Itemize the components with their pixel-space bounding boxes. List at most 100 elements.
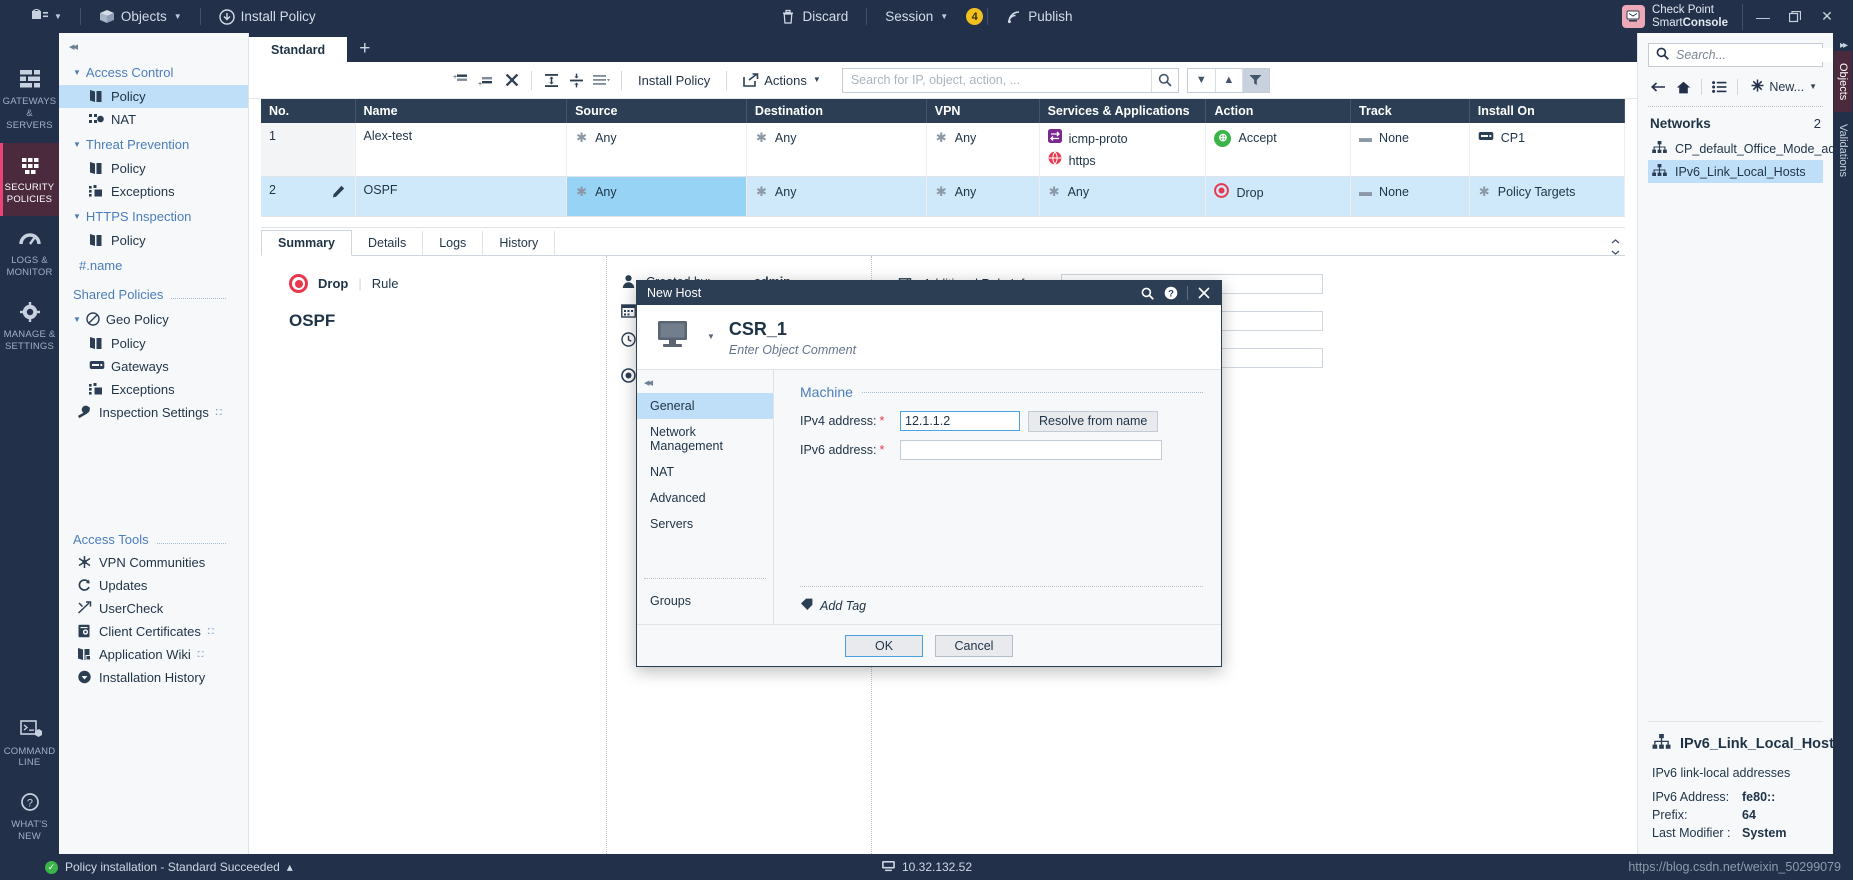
tree-group-threat-prevention[interactable]: ▼ Threat Prevention: [59, 131, 248, 157]
policy-installation-status[interactable]: Policy installation - Standard Succeeded: [65, 860, 280, 874]
cell-track[interactable]: ▬ None: [1350, 176, 1470, 217]
tree-collapse-button[interactable]: ◂◂: [59, 37, 248, 59]
policy-tab-standard[interactable]: Standard: [249, 37, 348, 62]
list-item[interactable]: IPv6_Link_Local_Hosts: [1648, 160, 1823, 183]
install-policy-toolbar-button[interactable]: Install Policy: [629, 69, 719, 92]
vtab-objects[interactable]: Objects: [1834, 51, 1852, 113]
tree-node-threat-prevention-policy[interactable]: Policy: [59, 157, 248, 180]
add-tag-button[interactable]: Add Tag: [800, 598, 866, 614]
dialog-nav-general[interactable]: General: [637, 392, 773, 419]
tree-node-application-wiki[interactable]: Application Wiki ⛶: [59, 643, 248, 666]
add-rule-below-button[interactable]: +: [474, 68, 499, 93]
session-count-badge[interactable]: 4: [966, 8, 984, 25]
objects-search-input[interactable]: [1676, 48, 1839, 62]
cell-vpn[interactable]: ✱ Any: [926, 176, 1040, 217]
rail-item-command-line[interactable]: COMMAND LINE: [0, 707, 59, 781]
column-header-destination[interactable]: Destination: [746, 99, 927, 123]
tab-details[interactable]: Details: [352, 231, 424, 255]
tree-node-client-certificates[interactable]: Client Certificates ⛶: [59, 620, 248, 643]
cell-vpn[interactable]: ✱ Any: [926, 123, 1040, 177]
object-name[interactable]: CSR_1: [729, 318, 856, 341]
dialog-help-button[interactable]: ?: [1160, 283, 1182, 303]
cell-destination[interactable]: ✱ Any: [746, 176, 927, 217]
new-object-button[interactable]: New... ▼: [1745, 77, 1823, 97]
cell-destination[interactable]: ✱ Any: [746, 123, 927, 177]
tree-node-shared-exceptions[interactable]: Exceptions: [59, 378, 248, 401]
tree-node-vpn-communities[interactable]: VPN Communities: [59, 551, 248, 574]
list-options-button[interactable]: [589, 68, 614, 93]
cell-action[interactable]: ⊕ Accept: [1205, 123, 1352, 177]
detail-pane-resize[interactable]: [1610, 239, 1625, 255]
tree-group-geo-policy[interactable]: ▼ Geo Policy: [59, 306, 248, 332]
rules-search-input[interactable]: [842, 73, 1151, 87]
list-view-button[interactable]: [1709, 76, 1730, 98]
table-row[interactable]: 1 Alex-test ✱ Any ✱ Any ✱ Any icmp-proto…: [261, 123, 1626, 177]
ok-button[interactable]: OK: [845, 634, 923, 657]
tree-node-usercheck[interactable]: UserCheck: [59, 597, 248, 620]
close-button[interactable]: ✕: [1811, 4, 1843, 30]
rail-item-whats-new[interactable]: ? WHAT'S NEW: [0, 780, 59, 854]
home-button[interactable]: [1673, 76, 1694, 98]
rail-item-gateways-servers[interactable]: GATEWAYS & SERVERS: [0, 57, 59, 143]
dialog-nav-nat[interactable]: NAT: [637, 459, 773, 485]
dialog-nav-servers[interactable]: Servers: [637, 511, 773, 537]
filter-button[interactable]: [1241, 68, 1269, 92]
publish-button[interactable]: Publish: [992, 6, 1086, 27]
tab-history[interactable]: History: [483, 231, 556, 255]
dialog-search-button[interactable]: [1136, 283, 1158, 303]
rail-item-security-policies[interactable]: SECURITY POLICIES: [0, 142, 59, 217]
column-header-install-on[interactable]: Install On: [1469, 99, 1626, 123]
tree-group-access-control[interactable]: ▼ Access Control: [59, 59, 248, 85]
ipv4-address-input[interactable]: [900, 411, 1020, 431]
tree-group-https-inspection[interactable]: ▼ HTTPS Inspection: [59, 203, 248, 229]
tree-node-https-inspection-policy[interactable]: Policy: [59, 229, 248, 252]
cell-install-on[interactable]: CP1: [1469, 123, 1626, 177]
expand-right-panel-button[interactable]: ▸▸: [1840, 37, 1848, 51]
vtab-validations[interactable]: Validations: [1834, 112, 1852, 189]
policy-menu-button[interactable]: ▼: [18, 6, 76, 27]
delete-rule-button[interactable]: [499, 68, 524, 93]
object-comment[interactable]: Enter Object Comment: [729, 343, 856, 357]
tree-link-name[interactable]: #.name: [59, 252, 248, 279]
cancel-button[interactable]: Cancel: [935, 634, 1013, 657]
tree-node-updates[interactable]: Updates: [59, 574, 248, 597]
cell-source[interactable]: ✱ Any: [566, 123, 747, 177]
rail-item-logs-monitor[interactable]: LOGS & MONITOR: [0, 216, 59, 290]
dialog-close-button[interactable]: [1193, 283, 1215, 303]
tree-node-threat-prevention-exceptions[interactable]: Exceptions: [59, 180, 248, 203]
host-computer-icon[interactable]: [655, 318, 695, 352]
column-header-track[interactable]: Track: [1350, 99, 1470, 123]
rail-item-manage-settings[interactable]: MANAGE & SETTINGS: [0, 290, 59, 364]
tree-node-access-control-policy[interactable]: Policy: [59, 85, 248, 108]
column-header-services[interactable]: Services & Applications: [1039, 99, 1207, 123]
tab-summary[interactable]: Summary: [261, 230, 352, 256]
dialog-nav-network-management[interactable]: Network Management: [637, 419, 773, 459]
collapse-all-button[interactable]: [564, 68, 589, 93]
cell-action[interactable]: Drop: [1205, 176, 1352, 217]
cell-install-on[interactable]: ✱ Policy Targets: [1469, 176, 1626, 217]
back-button[interactable]: [1648, 76, 1669, 98]
dialog-nav-advanced[interactable]: Advanced: [637, 485, 773, 511]
resolve-from-name-button[interactable]: Resolve from name: [1028, 410, 1159, 432]
search-prev-button[interactable]: ▲: [1214, 68, 1242, 92]
ipv6-address-input[interactable]: [900, 439, 1162, 460]
add-tab-button[interactable]: +: [347, 36, 382, 62]
tree-node-geo-policy-policy[interactable]: Policy: [59, 332, 248, 355]
cell-services[interactable]: ✱ Any: [1039, 176, 1207, 217]
cell-name[interactable]: OSPF: [355, 176, 568, 217]
maximize-button[interactable]: [1779, 4, 1811, 30]
chevron-up-icon[interactable]: ▴: [287, 860, 293, 874]
cell-source[interactable]: ✱ Any: [566, 176, 747, 217]
list-item[interactable]: CP_default_Office_Mode_addres...: [1648, 137, 1853, 160]
tree-node-inspection-settings[interactable]: Inspection Settings ⛶: [59, 401, 248, 424]
cell-track[interactable]: ▬ None: [1350, 123, 1470, 177]
minimize-button[interactable]: —: [1747, 4, 1779, 30]
tree-node-gateways[interactable]: Gateways: [59, 355, 248, 378]
discard-button[interactable]: Discard: [767, 6, 863, 27]
dialog-nav-groups-item[interactable]: Groups: [644, 588, 766, 614]
table-row[interactable]: 2 OSPF ✱ Any ✱ Any ✱ Any ✱ Any Drop ▬ No…: [261, 176, 1626, 217]
session-button[interactable]: Session ▼: [871, 6, 962, 27]
search-button[interactable]: [1150, 68, 1178, 92]
objects-menu-button[interactable]: Objects ▼: [85, 6, 196, 27]
chevron-down-icon[interactable]: ▼: [707, 333, 715, 341]
